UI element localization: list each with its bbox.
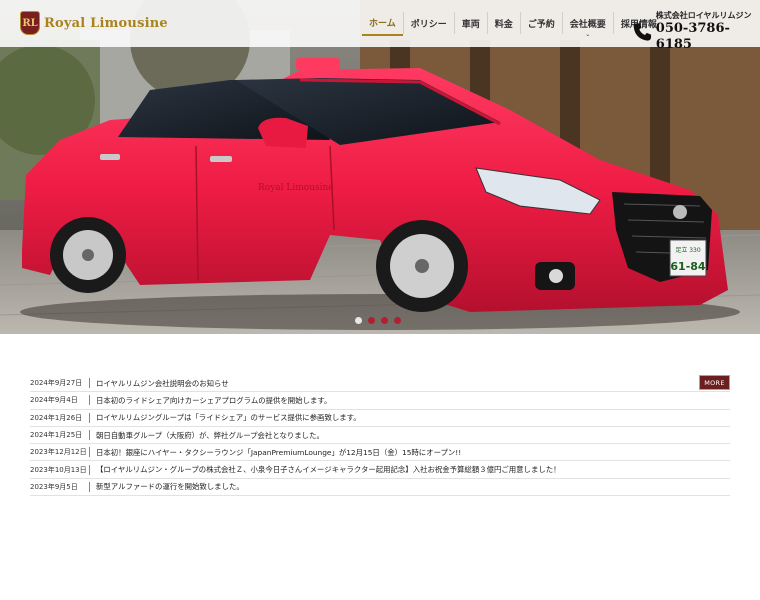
nav-reservation[interactable]: ご予約 — [521, 10, 562, 36]
news-date: 2023年10月13日 — [30, 465, 87, 474]
slide-dot[interactable] — [355, 317, 362, 324]
news-list: 2024年9月27日 ロイヤルリムジン会社説明会のお知らせ 2024年9月4日 … — [30, 375, 730, 497]
news-item[interactable]: 2023年9月5日 新型アルファードの運行を開始致しました。 — [30, 479, 730, 497]
site-logo[interactable]: RL Royal Limousine — [20, 11, 168, 35]
slide-dot[interactable] — [381, 317, 388, 324]
news-divider — [89, 464, 90, 475]
news-date: 2024年1月25日 — [30, 431, 83, 440]
plate-top: 足立 330 — [675, 246, 701, 254]
company-name: 株式会社ロイヤルリムジン — [655, 11, 752, 20]
more-button[interactable]: MORE — [699, 375, 730, 390]
phone-icon — [633, 22, 652, 41]
crest-icon: RL — [20, 11, 40, 35]
news-date: 2023年12月12日 — [30, 448, 87, 457]
news-divider — [89, 378, 90, 389]
nav-vehicles[interactable]: 車両 — [455, 10, 487, 36]
news-date: 2024年9月27日 — [30, 379, 83, 388]
news-title[interactable]: 朝日自動車グループ（大阪府）が、弊社グループ会社となりました。 — [96, 430, 324, 441]
news-date: 2023年9月5日 — [30, 482, 78, 491]
news-title[interactable]: 日本初のライドシェア向けカーシェアプログラムの提供を開始します。 — [96, 395, 331, 406]
news-title[interactable]: ロイヤルリムジン会社説明会のお知らせ — [96, 378, 229, 389]
hero-slider[interactable]: 足立 330 61-84 Royal Limousine RL Royal Li… — [0, 0, 760, 334]
news-title[interactable]: ロイヤルリムジングループは「ライドシェア」のサービス提供に参画致します。 — [96, 412, 361, 423]
news-divider — [89, 447, 90, 458]
slider-pagination — [355, 317, 401, 324]
news-item[interactable]: 2024年9月27日 ロイヤルリムジン会社説明会のお知らせ — [30, 375, 730, 393]
nav-company[interactable]: 会社概要 ⌄ — [563, 10, 613, 39]
phone-number[interactable]: 050-3786-6185 — [656, 21, 760, 53]
brand-name: Royal Limousine — [44, 15, 168, 31]
news-title[interactable]: 日本初！銀座にハイヤー・タクシーラウンジ「JapanPremiumLounge」… — [96, 447, 461, 458]
news-item[interactable]: 2024年9月4日 日本初のライドシェア向けカーシェアプログラムの提供を開始しま… — [30, 392, 730, 410]
news-title[interactable]: 【ロイヤルリムジン・グループの株式会社Ｚ、小泉今日子さんイメージキャラクター起用… — [96, 464, 561, 475]
news-divider — [89, 430, 90, 441]
news-item[interactable]: 2024年1月25日 朝日自動車グループ（大阪府）が、弊社グループ会社となりまし… — [30, 427, 730, 445]
news-item[interactable]: 2024年1月26日 ロイヤルリムジングループは「ライドシェア」のサービス提供に… — [30, 410, 730, 427]
nav-pricing[interactable]: 料金 — [488, 10, 520, 36]
slide-dot[interactable] — [394, 317, 401, 324]
plate-number: 61-84 — [670, 260, 706, 273]
nav-home[interactable]: ホーム — [362, 10, 403, 36]
news-divider — [89, 395, 90, 406]
news-item[interactable]: 2023年12月12日 日本初！銀座にハイヤー・タクシーラウンジ「JapanPr… — [30, 444, 730, 462]
nav-policy[interactable]: ポリシー — [404, 10, 454, 36]
news-date: 2024年1月26日 — [30, 413, 83, 422]
main-nav: ホーム ポリシー 車両 料金 ご予約 会社概要⌄ 採用情報 — [362, 10, 664, 39]
car-door-emblem: Royal Limousine — [258, 183, 334, 193]
news-item[interactable]: 2023年10月13日 【ロイヤルリムジン・グループの株式会社Ｚ、小泉今日子さん… — [30, 461, 730, 479]
news-date: 2024年9月4日 — [30, 396, 78, 405]
slide-dot[interactable] — [368, 317, 375, 324]
news-title[interactable]: 新型アルファードの運行を開始致しました。 — [96, 481, 244, 492]
contact-phone[interactable]: 株式会社ロイヤルリムジン 050-3786-6185 — [632, 10, 760, 53]
header-bar: RL Royal Limousine ホーム ポリシー 車両 料金 ご予約 会社… — [0, 0, 760, 52]
chevron-down-icon: ⌄ — [585, 31, 591, 38]
news-divider — [89, 481, 90, 492]
news-divider — [89, 412, 90, 423]
